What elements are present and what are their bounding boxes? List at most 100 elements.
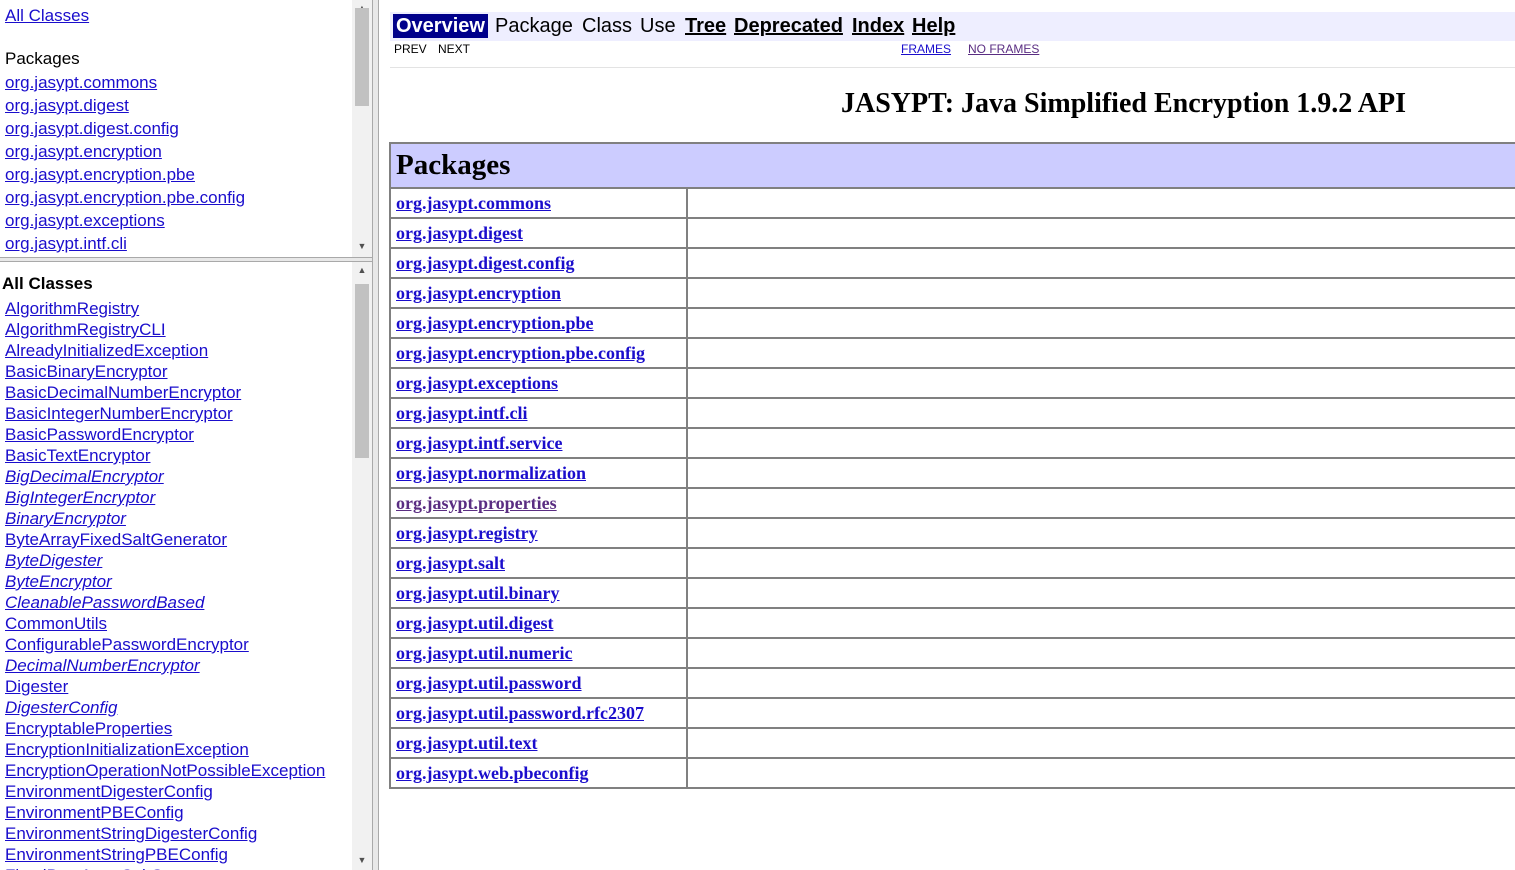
package-link[interactable]: org.jasypt.encryption.pbe.config	[5, 188, 245, 207]
package-link[interactable]: org.jasypt.encryption	[5, 142, 162, 161]
package-description-cell	[686, 247, 1515, 279]
package-link[interactable]: org.jasypt.properties	[396, 493, 557, 513]
class-list: AlgorithmRegistry AlgorithmRegistryCLI Alr…	[5, 298, 325, 870]
scroll-up-icon[interactable]: ▲	[352, 262, 372, 278]
list-item: AlgorithmRegistry	[5, 298, 325, 319]
package-link[interactable]: org.jasypt.web.pbeconfig	[396, 763, 589, 783]
nav-help-link[interactable]: Help	[912, 14, 955, 38]
package-link[interactable]: org.jasypt.util.text	[396, 733, 537, 753]
all-classes-link[interactable]: All Classes	[5, 6, 89, 26]
list-item: EnvironmentStringPBEConfig	[5, 844, 325, 865]
interface-link[interactable]: BigDecimalEncryptor	[5, 467, 164, 486]
package-name-cell: org.jasypt.util.digest	[389, 607, 688, 639]
class-link[interactable]: BasicBinaryEncryptor	[5, 362, 168, 381]
package-frame-scrollbar[interactable]: ▲ ▼	[352, 0, 372, 257]
package-link[interactable]: org.jasypt.intf.cli	[5, 234, 127, 253]
package-link[interactable]: org.jasypt.digest.config	[396, 253, 575, 273]
class-link[interactable]: BasicPasswordEncryptor	[5, 425, 194, 444]
package-name-cell: org.jasypt.salt	[389, 547, 688, 579]
package-description-cell	[686, 187, 1515, 219]
nav-index-link[interactable]: Index	[852, 14, 904, 38]
interface-link[interactable]: DecimalNumberEncryptor	[5, 656, 200, 675]
scroll-down-icon[interactable]: ▼	[352, 852, 372, 868]
package-description-cell	[686, 427, 1515, 459]
package-link[interactable]: org.jasypt.salt	[396, 553, 505, 573]
package-link[interactable]: org.jasypt.util.binary	[396, 583, 560, 603]
package-link[interactable]: org.jasypt.util.password.rfc2307	[396, 703, 644, 723]
table-row: org.jasypt.normalization	[389, 457, 1515, 489]
package-link[interactable]: org.jasypt.digest	[5, 96, 129, 115]
nav-tree-link[interactable]: Tree	[685, 14, 726, 38]
class-link[interactable]: ConfigurablePasswordEncryptor	[5, 635, 249, 654]
package-link[interactable]: org.jasypt.normalization	[396, 463, 586, 483]
nav-deprecated-link[interactable]: Deprecated	[734, 14, 843, 38]
frames-link[interactable]: FRAMES	[901, 42, 951, 56]
interface-link[interactable]: ByteEncryptor	[5, 572, 112, 591]
package-name-cell: org.jasypt.util.numeric	[389, 637, 688, 669]
list-item: org.jasypt.encryption	[5, 141, 245, 164]
class-link[interactable]: CommonUtils	[5, 614, 107, 633]
package-description-cell	[686, 337, 1515, 369]
scroll-down-icon[interactable]: ▼	[352, 238, 372, 254]
list-item: org.jasypt.commons	[5, 72, 245, 95]
list-item: ByteEncryptor	[5, 571, 325, 592]
class-link[interactable]: ByteArrayFixedSaltGenerator	[5, 530, 227, 549]
package-link[interactable]: org.jasypt.exceptions	[396, 373, 558, 393]
interface-link[interactable]: DigesterConfig	[5, 698, 117, 717]
package-link[interactable]: org.jasypt.encryption	[396, 283, 561, 303]
class-link[interactable]: BasicDecimalNumberEncryptor	[5, 383, 241, 402]
scrollbar-thumb[interactable]	[355, 8, 369, 106]
package-link[interactable]: org.jasypt.commons	[5, 73, 157, 92]
list-item: EncryptionOperationNotPossibleException	[5, 760, 325, 781]
package-link[interactable]: org.jasypt.util.numeric	[396, 643, 572, 663]
class-link[interactable]: BasicIntegerNumberEncryptor	[5, 404, 233, 423]
interface-link[interactable]: BinaryEncryptor	[5, 509, 126, 528]
class-link[interactable]: AlreadyInitializedException	[5, 341, 208, 360]
interface-link[interactable]: CleanablePasswordBased	[5, 593, 204, 612]
interface-link[interactable]: ByteDigester	[5, 551, 102, 570]
class-link[interactable]: EnvironmentStringPBEConfig	[5, 845, 228, 864]
package-link[interactable]: org.jasypt.intf.service	[396, 433, 562, 453]
class-link[interactable]: EncryptionInitializationException	[5, 740, 249, 759]
package-description-cell	[686, 217, 1515, 249]
frame-divider-vertical[interactable]	[372, 0, 379, 870]
table-row: org.jasypt.encryption	[389, 277, 1515, 309]
package-description-cell	[686, 367, 1515, 399]
package-name-cell: org.jasypt.digest.config	[389, 247, 688, 279]
list-item: BigDecimalEncryptor	[5, 466, 325, 487]
class-link[interactable]: AlgorithmRegistryCLI	[5, 320, 166, 339]
package-name-cell: org.jasypt.util.binary	[389, 577, 688, 609]
class-link[interactable]: EnvironmentPBEConfig	[5, 803, 184, 822]
list-item: BasicPasswordEncryptor	[5, 424, 325, 445]
package-link[interactable]: org.jasypt.commons	[396, 193, 551, 213]
package-link[interactable]: org.jasypt.encryption.pbe	[5, 165, 195, 184]
package-link[interactable]: org.jasypt.registry	[396, 523, 538, 543]
package-link[interactable]: org.jasypt.util.password	[396, 673, 582, 693]
package-link[interactable]: org.jasypt.encryption.pbe.config	[396, 343, 645, 363]
package-link[interactable]: org.jasypt.encryption.pbe	[396, 313, 594, 333]
interface-link[interactable]: BigIntegerEncryptor	[5, 488, 155, 507]
class-link[interactable]: EnvironmentDigesterConfig	[5, 782, 213, 801]
classes-frame-scrollbar[interactable]: ▲ ▼	[352, 262, 372, 870]
class-link[interactable]: BasicTextEncryptor	[5, 446, 151, 465]
package-link[interactable]: org.jasypt.digest.config	[5, 119, 179, 138]
main-content-frame: Overview Package Class Use Tree Deprecat…	[379, 0, 1515, 870]
package-link[interactable]: org.jasypt.digest	[396, 223, 523, 243]
class-link[interactable]: AlgorithmRegistry	[5, 299, 139, 318]
class-link[interactable]: Digester	[5, 677, 68, 696]
table-row: org.jasypt.util.digest	[389, 607, 1515, 639]
table-row: org.jasypt.commons	[389, 187, 1515, 219]
no-frames-link[interactable]: NO FRAMES	[968, 42, 1039, 56]
list-item: AlgorithmRegistryCLI	[5, 319, 325, 340]
list-item: BasicBinaryEncryptor	[5, 361, 325, 382]
scrollbar-thumb[interactable]	[355, 284, 369, 458]
package-link[interactable]: org.jasypt.util.digest	[396, 613, 554, 633]
package-link[interactable]: org.jasypt.exceptions	[5, 211, 165, 230]
package-name-cell: org.jasypt.registry	[389, 517, 688, 549]
class-link[interactable]: EncryptionOperationNotPossibleException	[5, 761, 325, 780]
package-description-cell	[686, 757, 1515, 789]
class-link[interactable]: EncryptableProperties	[5, 719, 172, 738]
package-link[interactable]: org.jasypt.intf.cli	[396, 403, 527, 423]
class-link[interactable]: FixedByteArraySaltGenerator	[5, 866, 227, 870]
class-link[interactable]: EnvironmentStringDigesterConfig	[5, 824, 257, 843]
